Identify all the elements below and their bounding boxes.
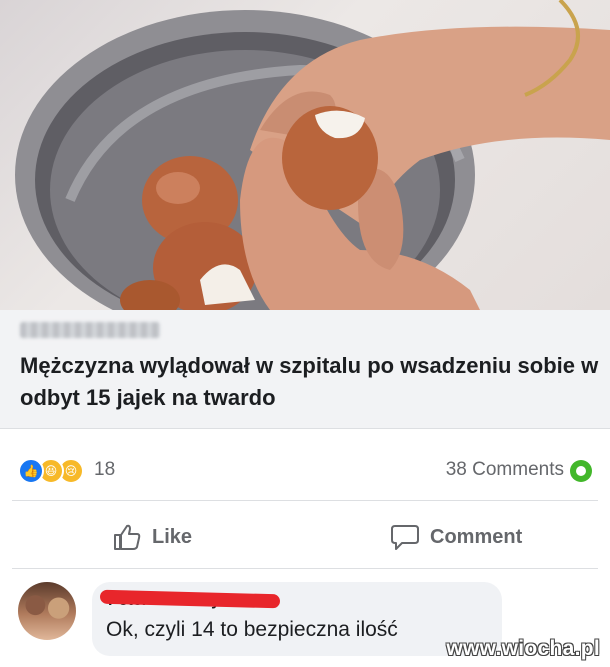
source-domain-blurred: [20, 322, 160, 338]
comment-text: Ok, czyli 14 to bezpieczna ilość: [106, 618, 398, 641]
comment-label: Comment: [430, 525, 523, 548]
comments-bubble-icon: [570, 460, 592, 482]
actions-row: Like Comment: [0, 515, 610, 561]
eggs-photo: [15, 0, 610, 310]
comment-bubble[interactable]: Peter Kennedy Ok, czyli 14 to bezpieczna…: [92, 582, 502, 656]
thumbs-up-icon: [114, 524, 141, 550]
comments-count[interactable]: 38 Comments: [446, 459, 564, 481]
link-preview-card[interactable]: Mężczyzna wylądował w szpitalu po wsadze…: [0, 310, 610, 429]
avatar[interactable]: [18, 582, 76, 640]
like-button[interactable]: Like: [112, 523, 192, 551]
post-image[interactable]: [0, 0, 610, 310]
comment-button[interactable]: Comment: [390, 523, 522, 551]
divider: [12, 500, 598, 501]
divider: [12, 568, 598, 569]
reaction-count[interactable]: 18: [94, 459, 115, 481]
like-reaction-icon: 👍: [18, 458, 44, 484]
reactions-row: 👍 😆 😢 18 38 Comments: [0, 450, 610, 492]
watermark: www.wiocha.pl: [446, 637, 600, 660]
reaction-icons[interactable]: 👍 😆 😢: [18, 458, 84, 484]
like-label: Like: [152, 525, 193, 548]
comment-section: Peter Kennedy Ok, czyli 14 to bezpieczna…: [0, 570, 610, 667]
comment-icon: [391, 525, 419, 550]
post-headline[interactable]: Mężczyzna wylądował w szpitalu po wsadze…: [20, 350, 600, 414]
